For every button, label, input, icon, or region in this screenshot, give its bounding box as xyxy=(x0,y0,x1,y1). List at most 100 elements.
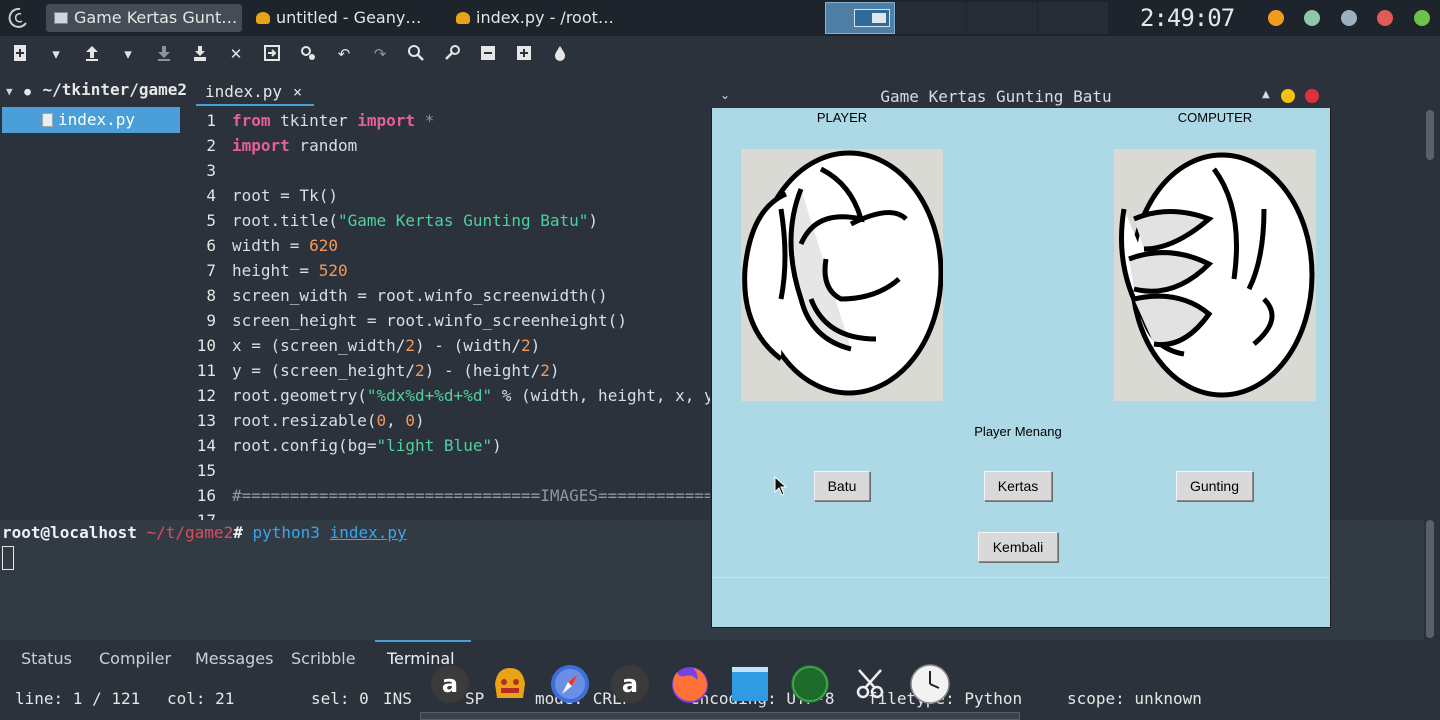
expander-icon[interactable]: ▼ xyxy=(6,85,13,98)
task-label: Game Kertas Gunt… xyxy=(74,8,238,27)
window-icon xyxy=(54,11,68,24)
svg-text:a: a xyxy=(442,670,458,698)
status-sel: sel: 0 xyxy=(311,689,369,708)
prompt-argument: index.py xyxy=(329,523,407,542)
chevron-down-icon[interactable]: ▾ xyxy=(46,44,66,64)
tab-messages[interactable]: Messages xyxy=(195,648,273,670)
line-number: 1 xyxy=(206,111,216,130)
line-number: 14 xyxy=(196,436,216,455)
task-label: untitled - Geany… xyxy=(276,8,422,27)
code-line: root.title("Game Kertas Gunting Batu") xyxy=(232,211,599,230)
terminal-cursor xyxy=(2,546,14,570)
code-line: width = 620 xyxy=(232,236,338,255)
mouse-pointer-icon xyxy=(774,475,788,496)
task-game-window[interactable]: Game Kertas Gunt… xyxy=(46,4,242,32)
save-all-icon[interactable] xyxy=(190,44,210,64)
code-line: x = (screen_width/2) - (width/2) xyxy=(232,336,541,355)
line-number: 7 xyxy=(206,261,216,280)
code-line: root.resizable(0, 0) xyxy=(232,411,425,430)
web-browser-icon[interactable] xyxy=(549,662,591,706)
gunting-button[interactable]: Gunting xyxy=(1176,471,1253,501)
firefox-icon[interactable] xyxy=(669,662,711,706)
new-file-icon[interactable] xyxy=(10,44,30,64)
logout-icon[interactable] xyxy=(1414,10,1430,26)
line-number: 13 xyxy=(196,411,216,430)
line-number: 8 xyxy=(206,286,216,305)
app-finder-icon[interactable]: a xyxy=(609,662,651,706)
tab-scribble[interactable]: Scribble xyxy=(291,648,356,670)
clock[interactable]: 2:49:07 xyxy=(1140,4,1235,32)
kertas-button[interactable]: Kertas xyxy=(984,471,1052,501)
code-line: root.geometry("%dx%d+%d+%d" % (width, he… xyxy=(232,386,710,405)
replace-icon[interactable] xyxy=(442,44,462,64)
result-label: Player Menang xyxy=(974,424,1062,439)
geany-app-icon[interactable] xyxy=(489,662,531,706)
tab-status[interactable]: Status xyxy=(21,648,72,670)
close-button[interactable] xyxy=(1305,89,1319,103)
build-icon[interactable] xyxy=(298,44,318,64)
terminal-prompt: root@localhost ~/t/game2# python3 index.… xyxy=(2,522,407,544)
file-tree-item-index[interactable]: index.py xyxy=(2,107,180,133)
batu-button[interactable]: Batu xyxy=(814,471,870,501)
terminal-scrollbar[interactable] xyxy=(1426,520,1434,638)
code-editor[interactable]: 1 from tkinter import * 2 import random … xyxy=(190,108,710,520)
suspend-icon[interactable] xyxy=(1341,10,1357,26)
line-number: 15 xyxy=(196,461,216,480)
line-number: 3 xyxy=(206,161,216,180)
zoom-in-icon[interactable] xyxy=(514,44,534,64)
code-line: from tkinter import * xyxy=(232,111,435,130)
line-number: 10 xyxy=(196,336,216,355)
tab-index-py[interactable]: index.py × xyxy=(196,78,314,106)
window-icon xyxy=(872,13,886,23)
terminal-app-icon[interactable] xyxy=(789,662,831,706)
geany-toolbar xyxy=(0,36,1440,72)
workspace-1[interactable] xyxy=(825,2,895,34)
status-line: line: 1 / 121 xyxy=(15,689,141,708)
minimize-button[interactable] xyxy=(1281,89,1295,103)
workspace-2[interactable] xyxy=(896,2,966,34)
clock-app-icon[interactable] xyxy=(909,662,951,706)
folder-label: ~/tkinter/game2 xyxy=(42,80,188,99)
close-file-icon[interactable]: ✕ xyxy=(226,44,246,64)
user-switch-icon[interactable] xyxy=(1304,10,1320,26)
screenshot-tool-icon[interactable] xyxy=(849,662,891,706)
fist-icon xyxy=(1119,152,1315,398)
sidebar xyxy=(0,72,190,520)
chevron-down-icon[interactable]: ▾ xyxy=(118,44,138,64)
line-number: 9 xyxy=(206,311,216,330)
lock-icon[interactable] xyxy=(1268,10,1284,26)
debian-menu-icon[interactable] xyxy=(6,5,32,31)
app-finder-icon[interactable]: a xyxy=(429,662,471,706)
workspace-3[interactable] xyxy=(967,2,1037,34)
undo-icon[interactable]: ↶ xyxy=(334,44,354,64)
code-line: import random xyxy=(232,136,358,155)
task-geany-untitled[interactable]: untitled - Geany… xyxy=(248,4,444,32)
save-icon[interactable] xyxy=(154,44,174,64)
dock xyxy=(420,712,1020,720)
line-number: 16 xyxy=(196,486,216,505)
file-manager-icon[interactable] xyxy=(729,662,771,706)
editor-scrollbar[interactable] xyxy=(1426,110,1434,160)
task-geany-index[interactable]: index.py - /root… xyxy=(448,4,644,32)
status-ins: INS xyxy=(383,689,412,708)
zoom-out-icon[interactable] xyxy=(478,44,498,64)
shutdown-icon[interactable] xyxy=(1377,10,1393,26)
close-icon[interactable]: × xyxy=(293,78,302,106)
prompt-path: ~/t/game2 xyxy=(146,523,234,542)
svg-text:a: a xyxy=(622,670,638,698)
tab-compiler[interactable]: Compiler xyxy=(99,648,171,670)
shade-icon[interactable]: ▲ xyxy=(1262,89,1274,101)
line-number: 12 xyxy=(196,386,216,405)
code-line: y = (screen_height/2) - (height/2) xyxy=(232,361,560,380)
geany-icon xyxy=(456,11,470,24)
line-number: 17 xyxy=(190,508,216,520)
color-picker-icon[interactable] xyxy=(550,44,570,64)
player-hand-image xyxy=(741,149,944,401)
revert-icon[interactable] xyxy=(262,44,282,64)
redo-icon[interactable]: ↷ xyxy=(370,44,390,64)
search-icon[interactable] xyxy=(406,44,426,64)
kembali-button[interactable]: Kembali xyxy=(978,532,1058,562)
file-tree-root[interactable]: ▼ ● ~/tkinter/game2 xyxy=(6,80,187,100)
open-file-icon[interactable] xyxy=(82,44,102,64)
workspace-4[interactable] xyxy=(1038,2,1108,34)
